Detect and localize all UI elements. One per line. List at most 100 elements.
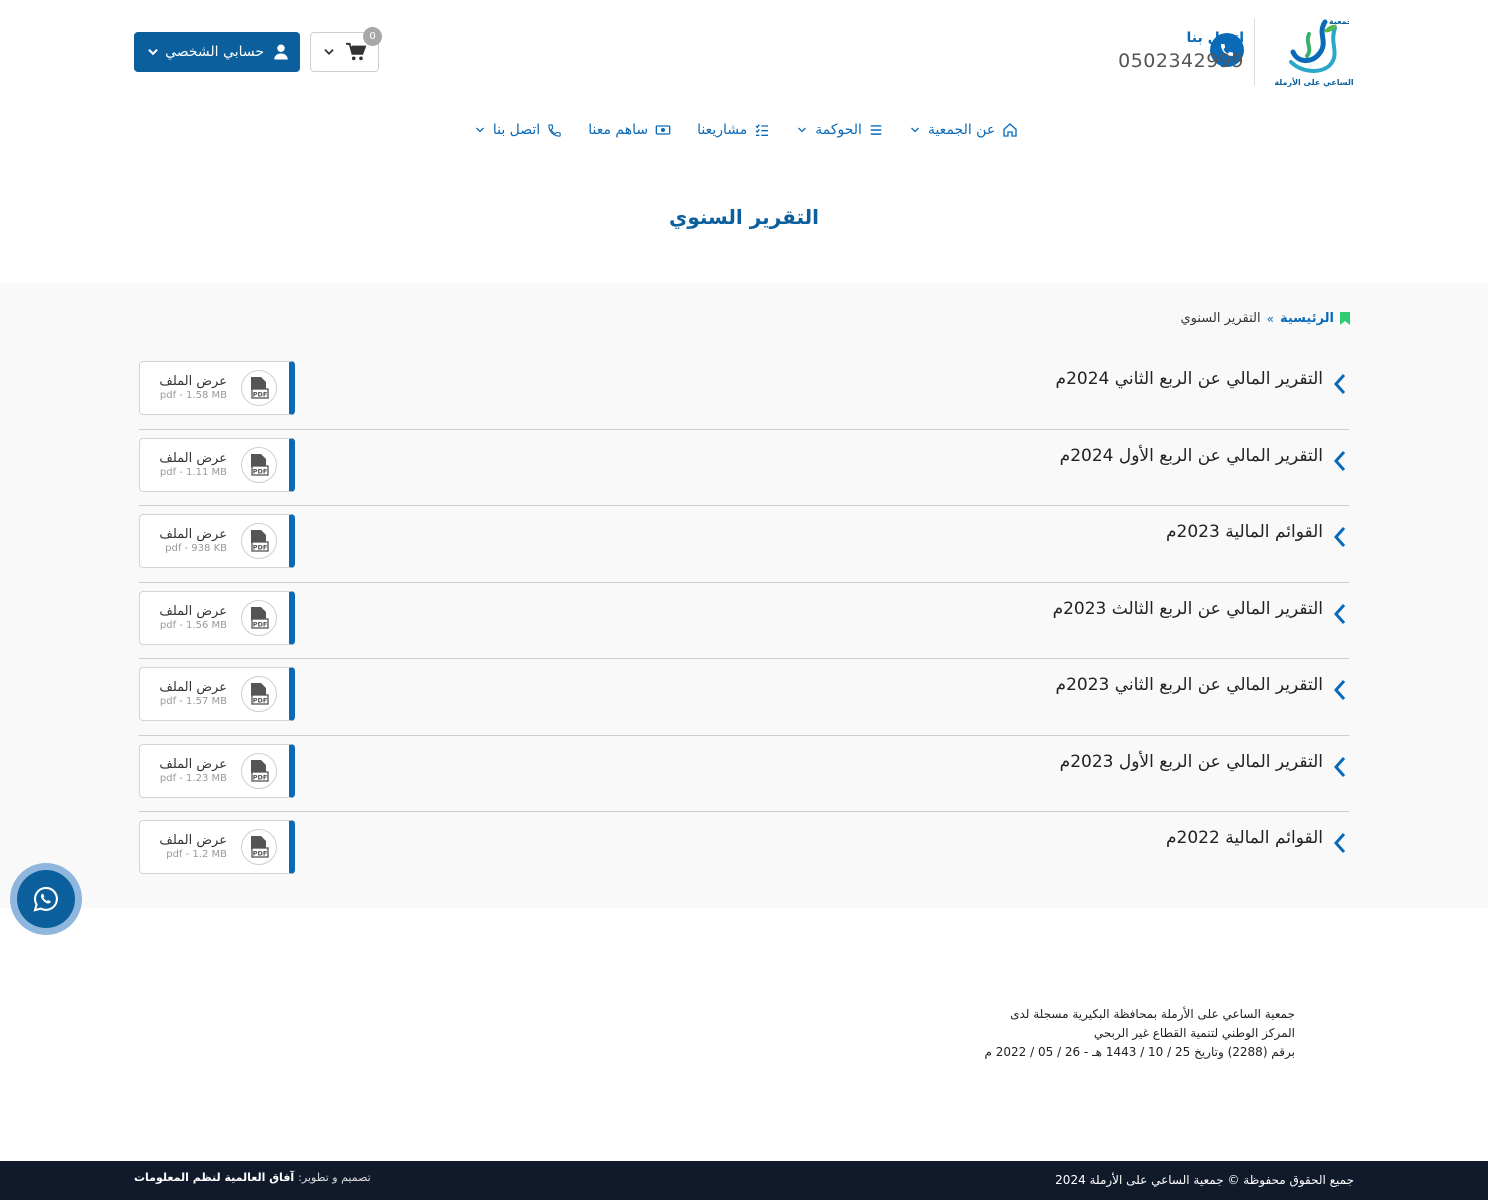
chevron-down-icon [911, 127, 919, 133]
file-row: التقرير المالي عن الربع الأول 2023م عرض … [139, 736, 1349, 812]
chevron-left-icon [1333, 450, 1346, 471]
chevron-down-icon [475, 127, 484, 133]
view-file-label: عرض الملف [159, 603, 227, 619]
chevron-left-icon [1333, 833, 1346, 853]
copyright-text: جميع الحقوق محفوظة © جمعية الساعي على ال… [1055, 1173, 1354, 1187]
svg-text:PDF: PDF [253, 391, 268, 399]
file-title[interactable]: التقرير المالي عن الربع الثاني 2023م [1056, 675, 1323, 695]
pdf-icon: PDF [241, 676, 277, 712]
checklist-icon [755, 124, 769, 136]
credits-company-link[interactable]: آفاق العالمية لنظم المعلومات [134, 1171, 294, 1184]
file-meta: pdf - 1.23 MB [159, 772, 227, 784]
chevron-left-icon [1333, 680, 1346, 700]
contact-phone[interactable]: 0502342999 [1118, 48, 1244, 74]
logo-caption: الساعي على الأرملة [1274, 78, 1354, 87]
bookmark-icon [1340, 312, 1350, 325]
cart-count-badge: 0 [363, 27, 382, 46]
footer-note-line: جمعية الساعي على الأرملة بمحافظة البكيري… [1010, 1007, 1295, 1021]
nav-item-projects[interactable]: مشاريعنا [697, 122, 770, 138]
svg-text:PDF: PDF [253, 850, 268, 858]
pdf-icon: PDF [241, 446, 277, 483]
view-file-button[interactable]: عرض الملف pdf - 1.56 MB PDF [139, 590, 295, 645]
view-file-button[interactable]: عرض الملف pdf - 938 KB PDF [139, 514, 295, 568]
list-icon [870, 125, 882, 135]
chevron-down-icon [798, 127, 807, 133]
view-file-label: عرض الملف [159, 450, 227, 466]
nav-label: عن الجمعية [927, 122, 996, 138]
header-divider [1254, 18, 1255, 86]
view-file-button[interactable]: عرض الملف pdf - 1.58 MB PDF [139, 361, 295, 415]
chevron-left-icon [1333, 603, 1346, 624]
view-file-button[interactable]: عرض الملف pdf - 1.2 MB PDF [139, 820, 295, 874]
footer-bar: جميع الحقوق محفوظة © جمعية الساعي على ال… [0, 1161, 1488, 1200]
svg-text:PDF: PDF [253, 544, 268, 552]
nav-label: الحوكمة [815, 122, 862, 138]
site-logo[interactable]: جمعية الساعي على الأرملة [1274, 14, 1353, 92]
pdf-icon: PDF [241, 599, 277, 636]
phone-icon [548, 123, 561, 137]
view-file-button[interactable]: عرض الملف pdf - 1.23 MB PDF [139, 743, 295, 798]
file-title[interactable]: التقرير المالي عن الربع الثاني 2024م [1056, 369, 1323, 389]
breadcrumb-home[interactable]: الرئيسية [1280, 311, 1334, 326]
file-meta: pdf - 1.58 MB [159, 390, 227, 401]
pdf-icon: PDF [241, 370, 277, 406]
file-title[interactable]: التقرير المالي عن الربع الأول 2024م [1060, 446, 1323, 466]
svg-text:PDF: PDF [253, 773, 268, 781]
view-file-label: عرض الملف [159, 833, 227, 848]
nav-item-contribute[interactable]: ساهم معنا [588, 122, 671, 138]
file-meta: pdf - 1.2 MB [166, 849, 227, 860]
credits: تصميم و تطوير: آفاق العالمية لنظم المعلو… [134, 1171, 371, 1184]
file-title[interactable]: التقرير المالي عن الربع الثالث 2023م [1053, 599, 1323, 619]
footer-registration-note: جمعية الساعي على الأرملة بمحافظة البكيري… [975, 1005, 1296, 1062]
credits-label: تصميم و تطوير: [298, 1171, 371, 1184]
view-file-label: عرض الملف [159, 680, 227, 695]
file-meta: pdf - 1.57 MB [159, 696, 227, 707]
files-section: الرئيسية » التقرير السنوي التقرير المالي… [0, 283, 1488, 908]
file-row: التقرير المالي عن الربع الثاني 2024م عرض… [139, 353, 1349, 430]
file-row: التقرير المالي عن الربع الأول 2024م عرض … [139, 430, 1349, 506]
breadcrumb-current: التقرير السنوي [1180, 311, 1261, 326]
file-meta: pdf - 1.11 MB [159, 466, 227, 478]
footer-note-line: برقم (2288) وتاريخ 25 / 10 / 1443 هـ - 2… [984, 1045, 1296, 1059]
view-file-button[interactable]: عرض الملف pdf - 1.11 MB PDF [139, 437, 295, 492]
view-file-label: عرض الملف [159, 527, 227, 542]
account-label: حسابي الشخصي [165, 44, 264, 60]
main-nav: عن الجمعية الحوكمة مشاريعنا ساهم معنا ات… [0, 115, 1488, 145]
nav-label: ساهم معنا [588, 122, 649, 138]
nav-item-about[interactable]: عن الجمعية [909, 122, 1018, 138]
whatsapp-icon [33, 886, 58, 912]
breadcrumb: الرئيسية » التقرير السنوي [1180, 311, 1350, 326]
view-file-button[interactable]: عرض الملف pdf - 1.57 MB PDF [139, 667, 295, 721]
cart-icon [346, 42, 367, 61]
contact-title[interactable]: اتصل بنا [1118, 28, 1244, 48]
nav-item-governance[interactable]: الحوكمة [796, 122, 883, 138]
file-list: التقرير المالي عن الربع الثاني 2024م عرض… [139, 353, 1349, 889]
nav-label: مشاريعنا [697, 122, 748, 138]
whatsapp-button[interactable] [10, 863, 82, 935]
view-file-label: عرض الملف [159, 374, 227, 389]
chevron-left-icon [1333, 527, 1346, 547]
money-icon [655, 125, 671, 135]
svg-text:PDF: PDF [253, 697, 268, 705]
view-file-label: عرض الملف [159, 756, 227, 772]
pdf-icon: PDF [241, 523, 277, 559]
file-row: التقرير المالي عن الربع الثاني 2023م عرض… [139, 659, 1349, 736]
chevron-down-icon [148, 48, 158, 56]
logo-icon: جمعية [1289, 17, 1349, 73]
file-row: القوائم المالية 2022م عرض الملف pdf - 1.2… [139, 812, 1349, 889]
logo-word: جمعية [1329, 17, 1349, 26]
account-button[interactable]: حسابي الشخصي [134, 32, 300, 72]
file-meta: pdf - 1.56 MB [159, 619, 227, 631]
chevron-down-icon [324, 49, 334, 55]
pdf-icon: PDF [241, 829, 277, 865]
home-icon [1003, 123, 1017, 137]
file-title[interactable]: القوائم المالية 2022م [1166, 828, 1323, 848]
file-row: القوائم المالية 2023م عرض الملف pdf - 938… [139, 506, 1349, 583]
nav-item-contact[interactable]: اتصل بنا [474, 122, 562, 138]
chevron-left-icon [1333, 374, 1346, 394]
header-contact: اتصل بنا 0502342999 [1118, 28, 1244, 74]
file-title[interactable]: القوائم المالية 2023م [1166, 522, 1323, 542]
file-title[interactable]: التقرير المالي عن الربع الأول 2023م [1060, 752, 1323, 772]
file-meta: pdf - 938 KB [165, 543, 227, 554]
svg-text:PDF: PDF [253, 620, 268, 628]
